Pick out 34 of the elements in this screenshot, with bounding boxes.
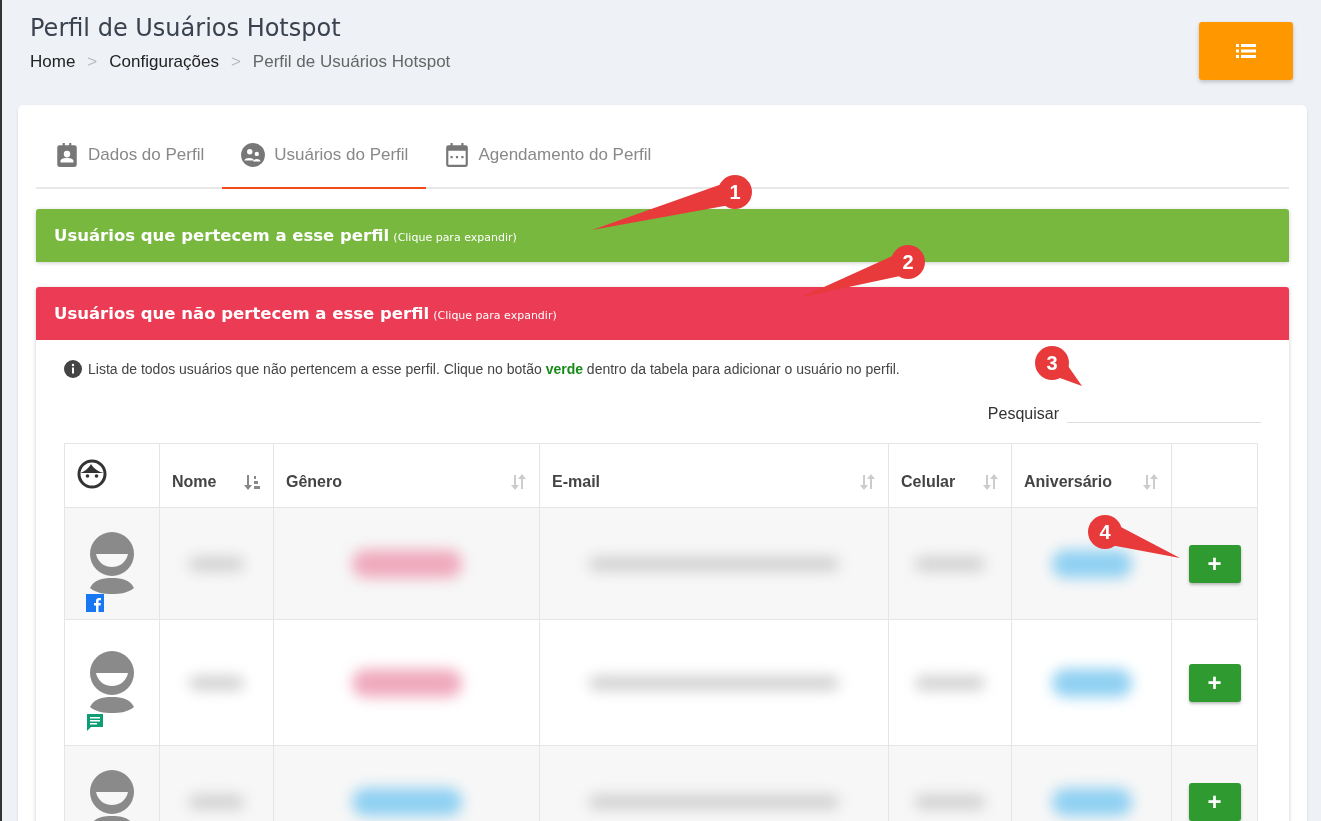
info-text: Lista de todos usuários que não pertencem a esse perfil. Clique no botão verde dentro da tabela para adicionar o usuário no perfil.: [88, 361, 900, 377]
breadcrumb-separator: >: [87, 52, 98, 72]
blurred-text: [189, 556, 244, 571]
list-icon: [1236, 44, 1256, 58]
tab[interactable]: Dados do Perfil: [36, 123, 223, 189]
column-header[interactable]: Gênero: [273, 443, 540, 508]
column-header[interactable]: Nome: [159, 443, 274, 508]
group-icon: [240, 142, 267, 168]
blurred-text: [189, 794, 244, 809]
breadcrumb-link[interactable]: Home: [30, 52, 76, 72]
blurred-text: [915, 556, 985, 571]
message-icon: [86, 712, 104, 731]
facebook-icon: [86, 593, 104, 612]
page-title: Perfil de Usuários Hotspot: [30, 14, 342, 42]
breadcrumb-current: Perfil de Usuários Hotspot: [252, 52, 451, 72]
column-header[interactable]: Aniversário: [1011, 443, 1172, 508]
blurred-text: [189, 675, 244, 690]
menu-button[interactable]: [1199, 22, 1293, 80]
blurred-text: [915, 794, 985, 809]
contact-card-icon: [54, 142, 80, 168]
panel-header[interactable]: Usuários que não pertecem a esse perfil (Clique para expandir): [36, 287, 1289, 340]
search-label: Pesquisar: [987, 405, 1059, 423]
info-icon: [64, 360, 82, 378]
blurred-text: [915, 675, 985, 690]
breadcrumb-separator: >: [230, 52, 241, 72]
add-button[interactable]: +: [1188, 663, 1241, 702]
column-header[interactable]: Celular: [888, 443, 1012, 508]
face-icon: [77, 458, 107, 489]
add-button[interactable]: +: [1188, 782, 1241, 821]
calendar-icon: [444, 142, 471, 168]
column-header[interactable]: E-mail: [539, 443, 889, 508]
tab[interactable]: Usuários do Perfil: [222, 123, 427, 189]
add-button[interactable]: +: [1188, 544, 1241, 583]
breadcrumb-link[interactable]: Configurações: [109, 52, 219, 72]
